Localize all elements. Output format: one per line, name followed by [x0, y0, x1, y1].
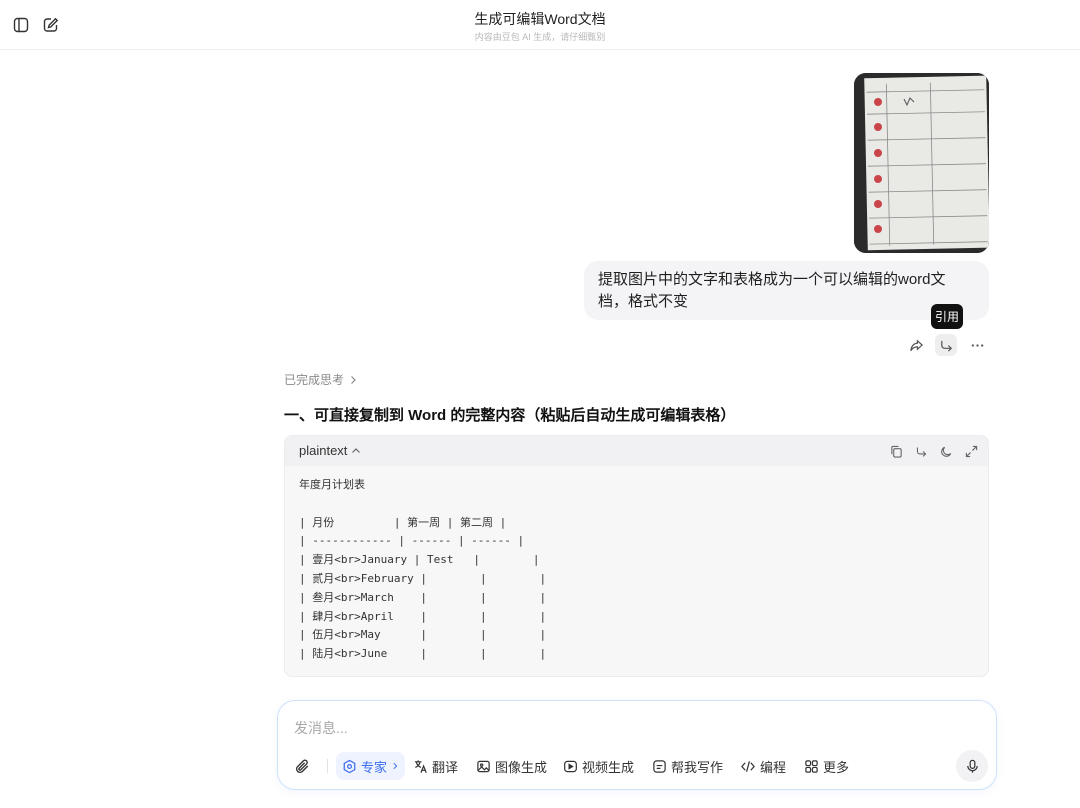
planner-photo [854, 73, 989, 253]
translate-icon [414, 759, 427, 773]
code-line: | 壹月<br>January | Test | | [299, 553, 540, 567]
code-line: | 陆月<br>June | | | [299, 647, 547, 661]
chevron-up-icon [352, 447, 361, 453]
coding-label: 编程 [760, 759, 787, 775]
translate-label: 翻译 [432, 759, 459, 775]
code-icon [741, 760, 755, 772]
message-input[interactable]: 发消息... [294, 718, 348, 738]
chevron-right-icon [393, 762, 398, 770]
expert-icon [343, 759, 356, 773]
expand-code-button[interactable] [962, 442, 980, 460]
ellipsis-icon [971, 343, 983, 347]
image-generation-label: 图像生成 [495, 759, 548, 775]
expert-mode-button[interactable]: 专家 [336, 752, 406, 780]
ai-disclaimer: 内容由豆包 AI 生成，请仔细甄别 [474, 32, 606, 42]
code-line: | 月份 | 第一周 | 第二周 | [299, 515, 507, 529]
coding-button[interactable]: 编程 [740, 752, 786, 780]
top-header: 生成可编辑Word文档 内容由豆包 AI 生成，请仔细甄别 [0, 0, 1080, 50]
code-line: | 肆月<br>April | | | [299, 609, 547, 623]
chevron-right-icon [351, 375, 356, 384]
code-language-toggle[interactable]: plaintext [299, 443, 361, 458]
more-actions-button[interactable] [966, 334, 988, 356]
attach-button[interactable] [294, 752, 311, 780]
grid-icon [805, 759, 818, 773]
thinking-label: 已完成思考 [284, 373, 345, 387]
quote-reply-icon [916, 446, 926, 457]
paperclip-icon [295, 759, 309, 773]
video-icon [564, 760, 577, 772]
message-composer[interactable]: 发消息... 专家 翻译 图像生成 视频生成 帮我写作 编程 更多 [277, 700, 997, 790]
code-language-label: plaintext [299, 443, 348, 458]
video-generation-label: 视频生成 [582, 759, 635, 775]
moon-icon [940, 446, 951, 457]
quote-code-button[interactable] [912, 442, 930, 460]
copy-code-button[interactable] [887, 442, 905, 460]
uploaded-image-thumbnail[interactable] [854, 73, 989, 253]
code-line: | 贰月<br>February | | | [299, 571, 547, 585]
theme-toggle-button[interactable] [937, 442, 955, 460]
toolbar-divider [327, 759, 328, 773]
share-button[interactable] [905, 334, 927, 356]
code-line: | 叁月<br>March | | | [299, 590, 547, 604]
code-line: 年度月计划表 [299, 478, 365, 491]
writing-assist-button[interactable]: 帮我写作 [652, 752, 723, 780]
video-generation-button[interactable]: 视频生成 [563, 752, 634, 780]
expert-label: 专家 [361, 759, 388, 775]
copy-icon [890, 445, 902, 458]
voice-input-button[interactable] [956, 750, 988, 782]
page-title: 生成可编辑Word文档 [474, 11, 606, 27]
quote-button[interactable] [935, 334, 957, 356]
writing-icon [653, 759, 666, 773]
expand-icon [965, 445, 977, 457]
quote-reply-icon [940, 340, 952, 352]
image-icon [477, 760, 490, 772]
code-block-header: plaintext [285, 436, 988, 466]
thinking-toggle[interactable]: 已完成思考 [284, 371, 358, 388]
more-tools-button[interactable]: 更多 [804, 752, 849, 780]
image-generation-button[interactable]: 图像生成 [476, 752, 547, 780]
share-icon [909, 338, 923, 351]
quote-tooltip: 引用 [931, 304, 963, 329]
user-message-text: 提取图片中的文字和表格成为一个可以编辑的word文档，格式不变 [598, 271, 946, 310]
more-tools-label: 更多 [823, 759, 850, 775]
writing-assist-label: 帮我写作 [671, 759, 724, 775]
user-message-bubble: 提取图片中的文字和表格成为一个可以编辑的word文档，格式不变 [584, 261, 989, 320]
translate-button[interactable]: 翻译 [413, 752, 458, 780]
code-content: 年度月计划表 | 月份 | 第一周 | 第二周 | | ------------… [299, 476, 546, 664]
code-block: plaintext 年度月计划表 | 月份 | 第一周 | 第二周 | | --… [284, 435, 989, 677]
response-heading: 一、可直接复制到 Word 的完整内容（粘贴后自动生成可编辑表格） [284, 407, 736, 424]
microphone-icon [966, 759, 978, 773]
code-line: | ------------ | ------ | ------ | [299, 534, 525, 548]
code-line: | 伍月<br>May | | | [299, 628, 547, 642]
